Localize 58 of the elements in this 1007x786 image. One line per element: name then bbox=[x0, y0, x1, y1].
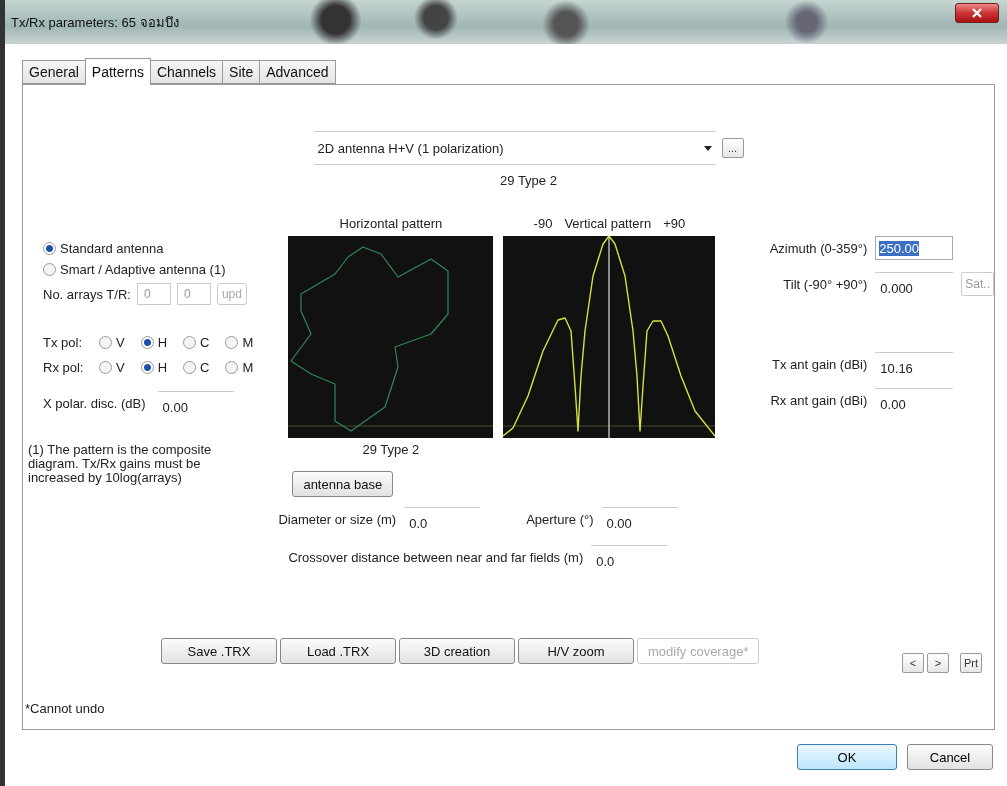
field-label: Diameter or size (m) bbox=[278, 511, 397, 527]
polarization-radio[interactable]: H bbox=[140, 360, 168, 375]
value-field[interactable]: 0.000 bbox=[875, 272, 954, 296]
field-label: Tilt (-90° +90°) bbox=[782, 276, 868, 292]
tab[interactable]: Patterns bbox=[84, 58, 151, 85]
chart-caption: 29 Type 2 bbox=[362, 442, 420, 457]
nav-button[interactable]: < bbox=[901, 653, 924, 673]
polarization-radio[interactable]: H bbox=[140, 335, 168, 350]
polarization-radio[interactable]: V bbox=[99, 360, 125, 375]
dropdown-caret-icon bbox=[703, 145, 712, 151]
x-polar-field[interactable]: 0.00 bbox=[157, 391, 234, 415]
polarization-radio[interactable]: C bbox=[183, 335, 210, 350]
smart-antenna-note: (1) The pattern is the composite diagram. Tx/Rx gains must be increased by 10log(arrays) bbox=[28, 443, 213, 485]
axis-label: -90 bbox=[533, 216, 553, 232]
window-title: Tx/Rx parameters: 65 จอมบึง bbox=[11, 13, 179, 32]
antenna-mode-radio[interactable]: Standard antenna bbox=[43, 241, 289, 256]
polarization-label: Rx pol: bbox=[43, 360, 83, 375]
action-button[interactable]: Load .TRX bbox=[280, 638, 396, 664]
nav-button[interactable]: > bbox=[926, 653, 949, 673]
tab[interactable]: General bbox=[22, 60, 86, 84]
x-polar-label: X polar. disc. (dB) bbox=[43, 395, 146, 411]
chart-title: Vertical pattern bbox=[564, 216, 652, 232]
field-label: Rx ant gain (dBi) bbox=[769, 392, 868, 408]
pattern-name: 29 Type 2 bbox=[500, 173, 557, 188]
diameter-field[interactable]: 0.0 bbox=[404, 507, 481, 531]
value-field[interactable]: 0.00 bbox=[875, 388, 954, 412]
field-label: Aperture (°) bbox=[526, 511, 594, 527]
value-field[interactable]: 250.00 bbox=[875, 236, 954, 260]
more-button[interactable]: ... bbox=[721, 138, 744, 158]
print-button[interactable]: Prt bbox=[959, 653, 982, 673]
arrays-label: No. arrays T/R: bbox=[43, 286, 131, 302]
field-label: Tx ant gain (dBi) bbox=[770, 356, 868, 372]
polarization-label: Tx pol: bbox=[43, 335, 83, 350]
field-label: Azimuth (0-359°) bbox=[768, 240, 868, 256]
axis-label: +90 bbox=[663, 216, 686, 232]
chart-title: Horizontal pattern bbox=[339, 216, 443, 232]
aperture-field[interactable]: 0.00 bbox=[601, 507, 678, 531]
dialog-button[interactable]: Cancel bbox=[907, 744, 993, 770]
value-field[interactable]: 10.16 bbox=[875, 352, 954, 376]
polarization-radio[interactable]: M bbox=[225, 335, 254, 350]
antenna-base-button[interactable]: antenna base bbox=[292, 471, 394, 497]
crossover-field[interactable]: 0.0 bbox=[591, 545, 668, 569]
action-button[interactable]: 3D creation bbox=[399, 638, 515, 664]
tab[interactable]: Advanced bbox=[259, 60, 336, 84]
polarization-radio[interactable]: M bbox=[225, 360, 254, 375]
tab[interactable]: Site bbox=[222, 60, 261, 84]
close-icon bbox=[972, 8, 982, 18]
field-label: Crossover distance between near and far fields (m) bbox=[288, 549, 584, 565]
tab[interactable]: Channels bbox=[149, 60, 224, 84]
action-button[interactable]: Save .TRX bbox=[161, 638, 277, 664]
polarization-radio[interactable]: C bbox=[183, 360, 210, 375]
action-button[interactable]: H/V zoom bbox=[518, 638, 634, 664]
polarization-radio[interactable]: V bbox=[99, 335, 125, 350]
antenna-type-dropdown[interactable]: 2D antenna H+V (1 polarization) bbox=[313, 131, 716, 165]
footnote: *Cannot undo bbox=[25, 701, 106, 716]
antenna-mode-radio[interactable]: Smart / Adaptive antenna (1) bbox=[43, 262, 289, 277]
dialog-button[interactable]: OK bbox=[797, 744, 897, 770]
close-button[interactable] bbox=[955, 3, 999, 23]
